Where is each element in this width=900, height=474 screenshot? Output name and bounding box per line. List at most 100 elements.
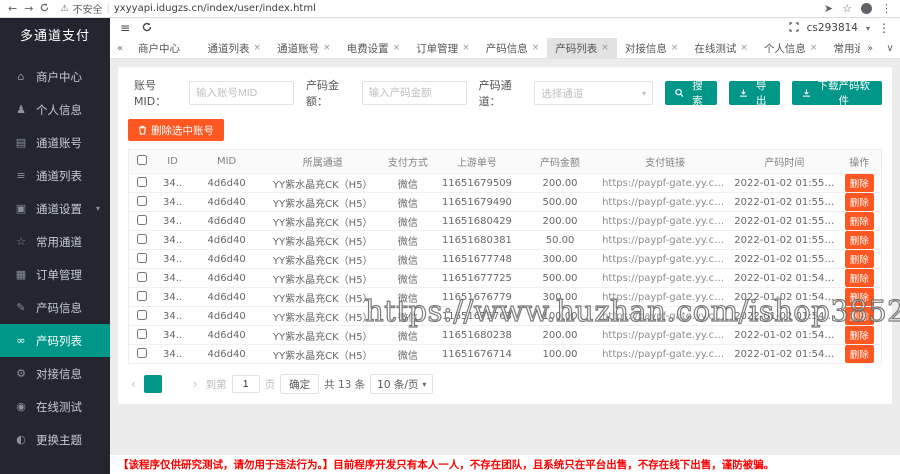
row-checkbox[interactable] [137,196,147,206]
tab-close-icon[interactable]: × [671,43,679,53]
cell-channel: YY紫水晶充CK（H5） [263,288,383,307]
sidebar-item[interactable]: ▣ 通道设置 ▾ [0,192,110,225]
cell-pay-link[interactable]: https://paypf-gate.yy.com/ch/front/weixi… [599,326,731,345]
goto-page-input[interactable] [232,375,260,393]
row-checkbox[interactable] [137,310,147,320]
row-checkbox[interactable] [137,291,147,301]
delete-selected-button[interactable]: 删除选中账号 [128,119,224,141]
sidebar-item[interactable]: ⌂ 商户中心 ▾ [0,60,110,93]
row-delete-button[interactable]: 删除 [845,307,874,325]
cell-pay-link[interactable]: https://paypf-gate.yy.com/ch/front/weixi… [599,307,731,326]
row-checkbox[interactable] [137,348,147,358]
tab-close-icon[interactable]: × [393,43,401,53]
row-checkbox[interactable] [137,329,147,339]
sidebar-item[interactable]: ✎ 产码信息 ▾ [0,291,110,324]
username[interactable]: cs293814 [807,22,858,34]
download-software-button[interactable]: 下载产码软件 [792,81,882,105]
cell-pay-link[interactable]: https://paypf-gate.yy.com/ch/front/weixi… [599,212,731,231]
sidebar-item[interactable]: ⚙ 对接信息 ▾ [0,357,110,390]
tab-close-icon[interactable]: × [532,43,540,53]
cell-pay-link[interactable]: https://paypf-gate.yy.com/ch/front/weixi… [599,288,731,307]
sidebar-item[interactable]: ☆ 常用通道 ▾ [0,225,110,258]
account-mid-input[interactable] [189,81,294,105]
cell-pay-link[interactable]: https://paypf-gate.yy.com/ch/front/weixi… [599,174,731,193]
cell-pay-link[interactable]: https://paypf-gate.yy.com/ch/front/weixi… [599,250,731,269]
sidebar-item[interactable]: ◉ 在线测试 ▾ [0,390,110,423]
per-page-select[interactable]: 10 条/页 ▾ [370,374,433,394]
row-checkbox[interactable] [137,234,147,244]
select-all-checkbox[interactable] [137,155,147,165]
sidebar-item[interactable]: ▦ 订单管理 ▾ [0,258,110,291]
tab-close-icon[interactable]: × [601,43,609,53]
cell-pay-link[interactable]: https://paypf-gate.yy.com/ch/front/weixi… [599,193,731,212]
user-caret-icon[interactable]: ▾ [866,24,870,33]
cell-mid: 4d6d40 [191,326,263,345]
tab[interactable]: 产码列表 × [547,38,617,58]
cell-pay-link[interactable]: https://paypf-gate.yy.com/ch/front/weixi… [599,269,731,288]
export-button[interactable]: 导出 [729,81,781,105]
page-next-icon[interactable]: › [190,377,201,391]
sidebar-item[interactable]: ♟ 个人信息 ▾ [0,93,110,126]
amount-input[interactable] [362,81,467,105]
tab[interactable]: 在线测试 × [686,38,756,58]
browser-forward-icon[interactable]: → [24,3,33,14]
row-delete-button[interactable]: 删除 [845,345,874,363]
browser-menu-icon[interactable]: ⋮ [881,3,892,14]
tab-close-icon[interactable]: × [254,43,262,53]
tab[interactable]: 订单管理 × [408,38,478,58]
tab[interactable]: 通道账号 × [269,38,339,58]
share-icon[interactable]: ➤ [824,3,833,14]
tabs-menu-icon[interactable]: ∨ [880,38,900,58]
browser-avatar[interactable] [861,3,872,14]
tab[interactable]: 个人信息 × [756,38,826,58]
bookmark-star-icon[interactable]: ☆ [842,3,852,14]
page-number[interactable] [167,375,185,393]
cell-amount: 300.00 [521,288,599,307]
fullscreen-icon[interactable] [789,22,799,34]
collapse-menu-icon[interactable]: ≡ [120,22,130,34]
refresh-icon[interactable] [142,22,152,34]
row-checkbox[interactable] [137,215,147,225]
cell-pay-link[interactable]: https://paypf-gate.yy.com/ch/front/weixi… [599,345,731,364]
tab[interactable]: 产码信息 × [478,38,548,58]
tabs-scroll-left-icon[interactable]: « [110,38,130,58]
row-checkbox[interactable] [137,177,147,187]
goto-confirm-button[interactable]: 确定 [280,374,319,394]
channel-select[interactable]: 选择通道 ▾ [534,81,653,105]
row-delete-button[interactable]: 删除 [845,326,874,344]
cell-method: 微信 [383,231,433,250]
sidebar-item[interactable]: ∞ 产码列表 ▾ [0,324,110,357]
tab[interactable]: 商户中心 × [130,38,200,58]
row-delete-button[interactable]: 删除 [845,193,874,211]
header-more-icon[interactable]: ⋮ [878,22,890,34]
row-delete-button[interactable]: 删除 [845,231,874,249]
tabs-scroll-right-icon[interactable]: » [860,38,880,58]
cell-pay-link[interactable]: https://paypf-gate.yy.com/ch/front/weixi… [599,231,731,250]
tab-close-icon[interactable]: × [740,43,748,53]
tab[interactable]: 常用通道 × [825,38,860,58]
tab-close-icon[interactable]: × [810,43,818,53]
tab[interactable]: 电费设置 × [339,38,409,58]
security-warning-icon[interactable]: ⚠ [60,4,68,14]
tab[interactable]: 通道列表 × [200,38,270,58]
row-delete-button[interactable]: 删除 [845,269,874,287]
row-delete-button[interactable]: 删除 [845,212,874,230]
url-text[interactable]: yxyyapi.idugzs.cn/index/user/index.html [114,3,316,14]
page-number[interactable] [144,375,162,393]
row-checkbox[interactable] [137,253,147,263]
browser-back-icon[interactable]: ← [8,3,17,14]
cell-mid: 4d6d40 [191,250,263,269]
sidebar-item[interactable]: ≡ 通道列表 ▾ [0,159,110,192]
row-delete-button[interactable]: 删除 [845,250,874,268]
tab-close-icon[interactable]: × [323,43,331,53]
tab[interactable]: 对接信息 × [617,38,687,58]
sidebar-item[interactable]: ◐ 更换主题 ▾ [0,423,110,456]
row-checkbox[interactable] [137,272,147,282]
row-delete-button[interactable]: 删除 [845,174,874,192]
tab-close-icon[interactable]: × [462,43,470,53]
sidebar-item[interactable]: ▤ 通道账号 ▾ [0,126,110,159]
browser-refresh-icon[interactable] [40,3,49,14]
search-button[interactable]: 搜索 [665,81,717,105]
row-delete-button[interactable]: 删除 [845,288,874,306]
page-prev-icon[interactable]: ‹ [128,377,139,391]
